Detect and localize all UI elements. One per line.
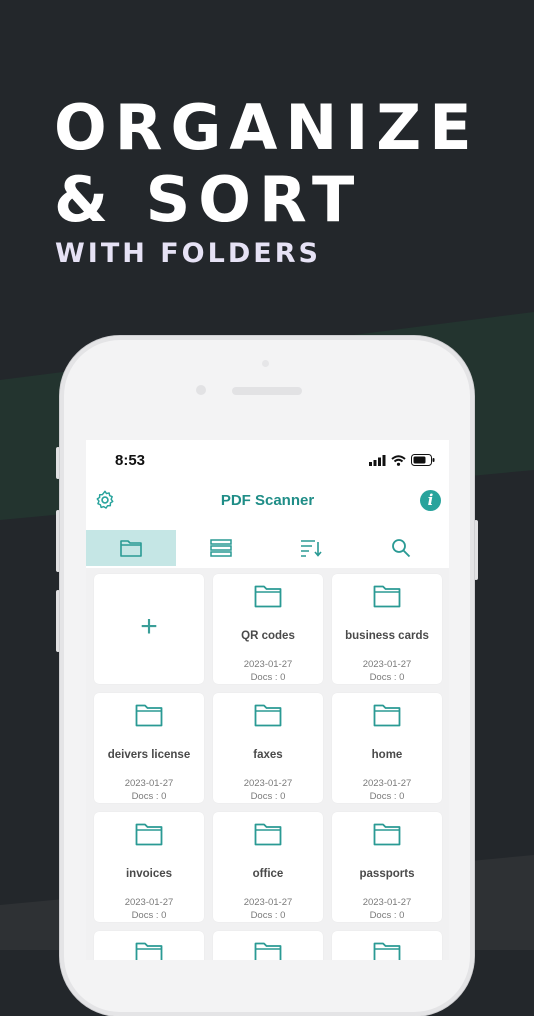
folder-name: faxes	[253, 749, 283, 761]
folder-icon	[373, 703, 401, 732]
folder-date: 2023-01-27	[243, 659, 293, 670]
folder-card[interactable]: faxes 2023-01-27 Docs : 0	[213, 693, 323, 803]
status-bar: 8:53	[86, 440, 449, 480]
app-bar: PDF Scanner i	[86, 482, 449, 520]
tab-search[interactable]	[356, 530, 446, 566]
wifi-icon	[391, 454, 406, 466]
folder-date: 2023-01-27	[362, 778, 412, 789]
folder-icon	[254, 703, 282, 732]
tab-folders[interactable]	[86, 530, 176, 566]
folder-icon	[135, 822, 163, 851]
folder-card[interactable]: deivers license 2023-01-27 Docs : 0	[94, 693, 204, 803]
folder-icon	[120, 540, 142, 557]
folder-card-partial[interactable]	[213, 931, 323, 960]
folder-card[interactable]: office 2023-01-27 Docs : 0	[213, 812, 323, 922]
search-icon	[392, 539, 411, 558]
folder-icon	[135, 703, 163, 732]
battery-icon	[411, 454, 435, 466]
folder-date: 2023-01-27	[124, 897, 174, 908]
folder-date: 2023-01-27	[243, 897, 293, 908]
folder-date: 2023-01-27	[362, 897, 412, 908]
add-folder-button[interactable]: +	[94, 574, 204, 684]
folder-grid: + QR codes 2023-01-27 Docs : 0 business car…	[86, 568, 449, 960]
folder-card[interactable]: invoices 2023-01-27 Docs : 0	[94, 812, 204, 922]
headline-line-1: ORGANIZE	[54, 91, 480, 164]
folder-icon	[135, 941, 163, 960]
folder-name: business cards	[345, 630, 429, 642]
phone-camera	[196, 385, 206, 395]
folder-card[interactable]: QR codes 2023-01-27 Docs : 0	[213, 574, 323, 684]
folder-name: invoices	[125, 868, 173, 880]
folder-name: office	[252, 868, 284, 880]
signal-icon	[369, 454, 386, 466]
folder-doc-count: Docs : 0	[369, 791, 405, 802]
folder-date: 2023-01-27	[124, 778, 174, 789]
phone-power-button	[474, 520, 478, 580]
folder-date: 2023-01-27	[362, 659, 412, 670]
status-icons	[369, 454, 435, 466]
info-icon[interactable]: i	[420, 490, 441, 511]
headline-line-2: & SORT	[54, 163, 363, 236]
folder-card[interactable]: business cards 2023-01-27 Docs : 0	[332, 574, 442, 684]
folder-doc-count: Docs : 0	[131, 910, 167, 921]
status-time: 8:53	[115, 452, 146, 469]
folder-card-partial[interactable]	[94, 931, 204, 960]
app-title: PDF Scanner	[220, 492, 315, 509]
folder-name: deivers license	[107, 749, 191, 761]
folder-name: home	[371, 749, 403, 761]
folder-doc-count: Docs : 0	[131, 791, 167, 802]
list-icon	[210, 539, 232, 557]
folder-doc-count: Docs : 0	[369, 910, 405, 921]
folder-icon	[254, 941, 282, 960]
sort-icon	[301, 540, 322, 557]
phone-sensor	[262, 360, 269, 367]
folder-icon	[373, 822, 401, 851]
folder-icon	[373, 941, 401, 960]
promo-subheadline: WITH FOLDERS	[55, 238, 321, 269]
folder-icon	[254, 584, 282, 613]
folder-card-partial[interactable]	[332, 931, 442, 960]
app-screen: 8:53 PDF Scanner i + QR codes 2023-01-27…	[86, 440, 449, 960]
folder-doc-count: Docs : 0	[369, 672, 405, 683]
plus-icon: +	[140, 610, 158, 643]
folder-name: QR codes	[241, 630, 295, 642]
folder-date: 2023-01-27	[243, 778, 293, 789]
tab-list-view[interactable]	[176, 530, 266, 566]
view-toolbar	[86, 530, 449, 566]
phone-speaker	[232, 387, 302, 395]
folder-doc-count: Docs : 0	[250, 791, 286, 802]
folder-name: passports	[359, 868, 415, 880]
folder-doc-count: Docs : 0	[250, 672, 286, 683]
folder-doc-count: Docs : 0	[250, 910, 286, 921]
folder-card[interactable]: passports 2023-01-27 Docs : 0	[332, 812, 442, 922]
folder-icon	[254, 822, 282, 851]
tab-sort[interactable]	[266, 530, 356, 566]
folder-icon	[373, 584, 401, 613]
promo-headline: ORGANIZE & SORT	[54, 92, 480, 236]
folder-card[interactable]: home 2023-01-27 Docs : 0	[332, 693, 442, 803]
